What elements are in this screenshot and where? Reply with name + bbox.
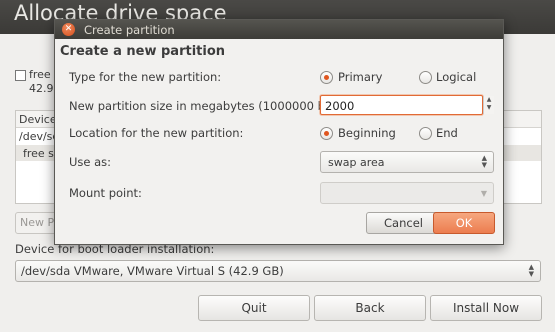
use-as-select[interactable]: swap area ▲ ▼ [320,151,494,173]
ok-button[interactable]: OK [433,212,495,234]
dialog-heading: Create a new partition [60,44,226,59]
chevron-down-icon: ▼ [480,189,487,198]
use-as-label: Use as: [69,155,112,169]
location-end-label[interactable]: End [436,126,458,140]
cancel-button[interactable]: Cancel [366,212,441,234]
type-primary-label[interactable]: Primary [338,70,382,84]
table-header-device: Device [19,113,57,126]
type-primary-radio[interactable] [320,71,333,84]
partition-size-value: 2000 [325,99,355,113]
install-now-button[interactable]: Install Now [430,295,542,321]
create-partition-dialog: ✕ Create partition Create a new partitio… [54,19,504,245]
free-space-checkbox[interactable] [15,70,26,81]
partition-size-input[interactable]: 2000 [320,95,483,115]
mount-point-select[interactable]: ▼ [320,182,494,204]
location-beginning-radio[interactable] [320,127,333,140]
use-as-value: swap area [328,156,385,169]
type-logical-label[interactable]: Logical [436,70,476,84]
spinner-arrows-icon[interactable]: ▲ ▼ [483,96,494,114]
size-label: New partition size in megabytes (1000000… [69,99,358,113]
mount-point-label: Mount point: [69,186,142,200]
back-button[interactable]: Back [314,295,426,321]
boot-loader-select[interactable]: /dev/sda VMware, VMware Virtual S (42.9 … [15,260,541,282]
close-icon[interactable]: ✕ [62,23,75,36]
location-beginning-label[interactable]: Beginning [338,126,396,140]
table-row[interactable]: /dev/sc [19,130,58,143]
boot-loader-value: /dev/sda VMware, VMware Virtual S (42.9 … [21,264,284,278]
dialog-window-title: Create partition [84,23,175,37]
chevron-updown-icon: ▲ ▼ [528,263,534,278]
location-end-radio[interactable] [419,127,432,140]
location-label: Location for the new partition: [69,126,244,140]
chevron-updown-icon: ▲ ▼ [481,154,487,169]
type-logical-radio[interactable] [419,71,432,84]
quit-button[interactable]: Quit [198,295,310,321]
type-label: Type for the new partition: [69,70,222,84]
dialog-titlebar: ✕ Create partition [55,20,503,39]
